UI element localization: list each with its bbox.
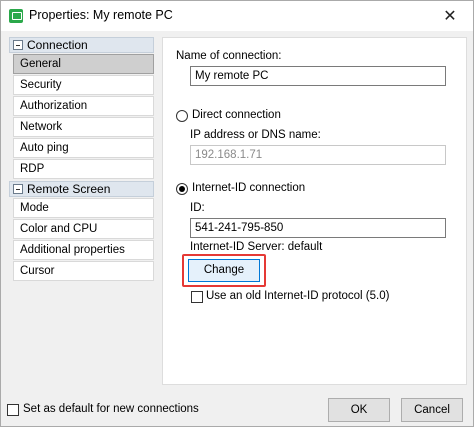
sidebar-item-general[interactable]: General [13,54,154,74]
name-input[interactable]: My remote PC [190,66,446,86]
group-header-remote-screen[interactable]: Remote Screen [9,181,154,197]
app-icon [9,9,23,23]
id-input[interactable]: 541-241-795-850 [190,218,446,238]
general-settings-panel [162,37,467,385]
ok-button[interactable]: OK [328,398,390,422]
sidebar-item-security[interactable]: Security [13,75,154,95]
sidebar-item-cursor[interactable]: Cursor [13,261,154,281]
sidebar-item-network[interactable]: Network [13,117,154,137]
internet-id-radio[interactable] [176,183,188,195]
sidebar-item-additional-properties[interactable]: Additional properties [13,240,154,260]
set-default-label[interactable]: Set as default for new connections [23,403,199,415]
group-label: Connection [27,38,88,52]
internet-id-label[interactable]: Internet-ID connection [192,182,305,194]
sidebar-item-authorization[interactable]: Authorization [13,96,154,116]
sidebar-item-color-and-cpu[interactable]: Color and CPU [13,219,154,239]
id-label: ID: [190,202,205,214]
old-protocol-label[interactable]: Use an old Internet-ID protocol (5.0) [206,290,389,302]
close-button[interactable]: ✕ [427,1,473,31]
change-button[interactable]: Change [188,259,260,282]
name-label: Name of connection: [176,50,282,62]
ip-input[interactable]: 192.168.1.71 [190,145,446,165]
cancel-button[interactable]: Cancel [401,398,463,422]
group-label: Remote Screen [27,182,111,196]
old-protocol-checkbox[interactable] [191,291,203,303]
direct-connection-radio[interactable] [176,110,188,122]
direct-connection-label[interactable]: Direct connection [192,109,281,121]
close-icon: ✕ [443,8,457,25]
sidebar-item-mode[interactable]: Mode [13,198,154,218]
sidebar-item-rdp[interactable]: RDP [13,159,154,179]
title-bar: Properties: My remote PC ✕ [1,1,473,31]
ip-label: IP address or DNS name: [190,129,321,141]
properties-window: Properties: My remote PC ✕ Connection Ge… [0,0,474,427]
sidebar-nav: Connection General Security Authorizatio… [9,37,154,385]
set-default-checkbox[interactable] [7,404,19,416]
collapse-icon [13,184,23,194]
sidebar-item-auto-ping[interactable]: Auto ping [13,138,154,158]
server-label: Internet-ID Server: default [190,241,323,253]
window-title: Properties: My remote PC [29,8,173,22]
group-header-connection[interactable]: Connection [9,37,154,53]
collapse-icon [13,40,23,50]
